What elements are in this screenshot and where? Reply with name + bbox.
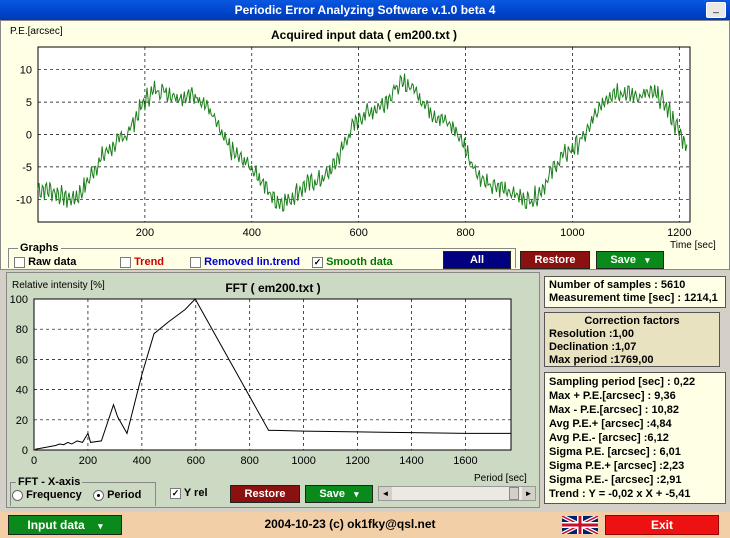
period-label: Period: [107, 489, 142, 501]
fft-y-tick-label: 0: [22, 445, 28, 457]
input-data-button[interactable]: Input data ▾: [8, 515, 122, 535]
top-x-tick-label: 800: [456, 227, 474, 239]
top-chart-xlabel: Time [sec]: [670, 240, 716, 251]
resolution-text: Resolution :1,00: [549, 328, 634, 340]
fft-y-tick-label: 100: [10, 294, 28, 306]
frequency-radio-circle[interactable]: [12, 489, 23, 501]
raw-data-label: Raw data: [28, 256, 77, 268]
minimize-button[interactable]: _: [706, 2, 726, 18]
fft-xlabel: Period [sec]: [474, 473, 527, 484]
top-x-tick-label: 200: [136, 227, 154, 239]
top-x-tick-label: 1000: [560, 227, 584, 239]
fft-y-tick-label: 40: [16, 385, 28, 397]
all-button[interactable]: All: [443, 251, 511, 269]
top-x-tick-labels: 200 400 600 800 1000 1200: [136, 227, 692, 239]
trend-check[interactable]: [120, 256, 131, 268]
top-x-tick-label: 400: [243, 227, 261, 239]
top-y-tick-label: 0: [26, 130, 32, 142]
save-fft-label: Save: [319, 488, 346, 500]
sampling-period-text: Sampling period [sec] : 0,22: [549, 376, 696, 388]
chevron-down-icon: ▾: [645, 255, 650, 265]
radio-dot-icon: [97, 493, 100, 497]
raw-data-checkbox[interactable]: Raw data: [14, 256, 76, 268]
correction-title: Correction factors: [584, 315, 680, 327]
scroll-thumb[interactable]: [509, 487, 519, 500]
sigma-plus-text: Sigma P.E.+ [arcsec] :2,23: [549, 460, 685, 472]
graphs-legend: Graphs: [18, 242, 61, 254]
frequency-label: Frequency: [26, 489, 82, 501]
restore-top-button[interactable]: Restore: [520, 251, 590, 269]
sigma-text: Sigma P.E. [arcsec] : 6,01: [549, 446, 681, 458]
smooth-data-check[interactable]: ✓: [312, 256, 323, 268]
save-top-label: Save: [610, 254, 637, 266]
declination-text: Declination :1,07: [549, 341, 637, 353]
title-bar: Periodic Error Analyzing Software v.1.0 …: [0, 0, 730, 20]
trend-label: Trend: [134, 256, 165, 268]
yrel-check[interactable]: ✓: [170, 487, 181, 499]
fft-x-tick-label: 1200: [345, 455, 369, 467]
top-x-tick-label: 600: [349, 227, 367, 239]
top-y-tick-label: -5: [22, 162, 32, 174]
samples-box: Number of samples : 5610 Measurement tim…: [544, 276, 726, 308]
yrel-label: Y rel: [183, 487, 208, 499]
removed-lin-trend-label: Removed lin.trend: [204, 256, 301, 268]
sigma-minus-text: Sigma P.E.- [arcsec] :2,91: [549, 474, 682, 486]
frequency-radio[interactable]: Frequency: [12, 489, 82, 501]
fft-x-tick-label: 0: [31, 455, 37, 467]
top-x-tick-label: 1200: [667, 227, 691, 239]
save-top-button[interactable]: Save ▾: [596, 251, 664, 269]
input-data-label: Input data: [27, 518, 85, 532]
top-y-tick-label: 5: [26, 97, 32, 109]
top-chart: 200 400 600 800 1000 1200 10 5 0 -5 -10: [16, 46, 692, 239]
chevron-down-icon: ▾: [354, 489, 359, 499]
trend-text: Trend : Y = -0,02 x X + -5,41: [549, 488, 691, 500]
fft-x-tick-label: 400: [133, 455, 151, 467]
top-y-tick-labels: 10 5 0 -5 -10: [16, 65, 32, 207]
measurement-time-text: Measurement time [sec] : 1214,1: [549, 292, 718, 304]
fft-x-tick-label: 1600: [453, 455, 477, 467]
fft-scrollbar[interactable]: ◄ ►: [378, 486, 536, 501]
samples-text: Number of samples : 5610: [549, 279, 686, 291]
yrel-checkbox[interactable]: ✓ Y rel: [170, 487, 208, 499]
avg-minus-text: Avg P.E.- [arcsec] :6,12: [549, 432, 669, 444]
fft-x-tick-label: 800: [241, 455, 259, 467]
fft-chart: 0 200 400 600 800 1000 1200 1400 1600 1008060402…: [10, 294, 512, 467]
top-y-tick-label: -10: [16, 194, 32, 206]
removed-lin-trend-check[interactable]: [190, 256, 201, 268]
max-period-text: Max period :1769,00: [549, 354, 654, 366]
fft-y-tick-label: 60: [16, 354, 28, 366]
chevron-down-icon: ▾: [98, 521, 103, 531]
scroll-right-arrow-icon[interactable]: ►: [522, 487, 535, 500]
smooth-data-label: Smooth data: [326, 256, 393, 268]
raw-data-check[interactable]: [14, 256, 25, 268]
footer-credit: 2004-10-23 (c) ok1fky@qsl.net: [264, 517, 436, 531]
trend-checkbox[interactable]: Trend: [120, 256, 164, 268]
fft-x-tick-label: 1000: [291, 455, 315, 467]
stats-panel: Number of samples : 5610 Measurement tim…: [542, 272, 730, 510]
fft-x-tick-label: 200: [79, 455, 97, 467]
top-y-tick-label: 10: [20, 65, 32, 77]
pe-stats-box: Sampling period [sec] : 0,22 Max + P.E.[…: [544, 372, 726, 504]
window-title: Periodic Error Analyzing Software v.1.0 …: [234, 3, 496, 17]
max-minus-text: Max - P.E.[arcsec] : 10,82: [549, 404, 680, 416]
scroll-left-arrow-icon[interactable]: ◄: [379, 487, 392, 500]
exit-button[interactable]: Exit: [605, 515, 719, 535]
max-plus-text: Max + P.E.[arcsec] : 9,36: [549, 390, 676, 402]
period-radio-circle[interactable]: [93, 489, 104, 501]
uk-flag-icon[interactable]: [562, 516, 598, 534]
removed-lin-trend-checkbox[interactable]: Removed lin.trend: [190, 256, 300, 268]
save-fft-button[interactable]: Save ▾: [305, 485, 373, 503]
smooth-data-checkbox[interactable]: ✓ Smooth data: [312, 256, 393, 268]
fft-x-tick-label: 1400: [399, 455, 423, 467]
fft-y-tick-labels: 100 80 60 40 20 0: [10, 294, 28, 457]
avg-plus-text: Avg P.E.+ [arcsec] :4,84: [549, 418, 672, 430]
fft-x-tick-labels: 0 200 400 600 800 1000 1200 1400 1600: [31, 455, 478, 467]
correction-factors-box: Correction factors Resolution :1,00 Decl…: [544, 312, 720, 367]
restore-fft-button[interactable]: Restore: [230, 485, 300, 503]
fft-y-tick-label: 80: [16, 324, 28, 336]
fft-y-tick-label: 20: [16, 415, 28, 427]
fft-x-tick-label: 600: [187, 455, 205, 467]
fft-xaxis-legend: FFT - X-axis: [16, 476, 83, 488]
period-radio[interactable]: Period: [93, 489, 141, 501]
